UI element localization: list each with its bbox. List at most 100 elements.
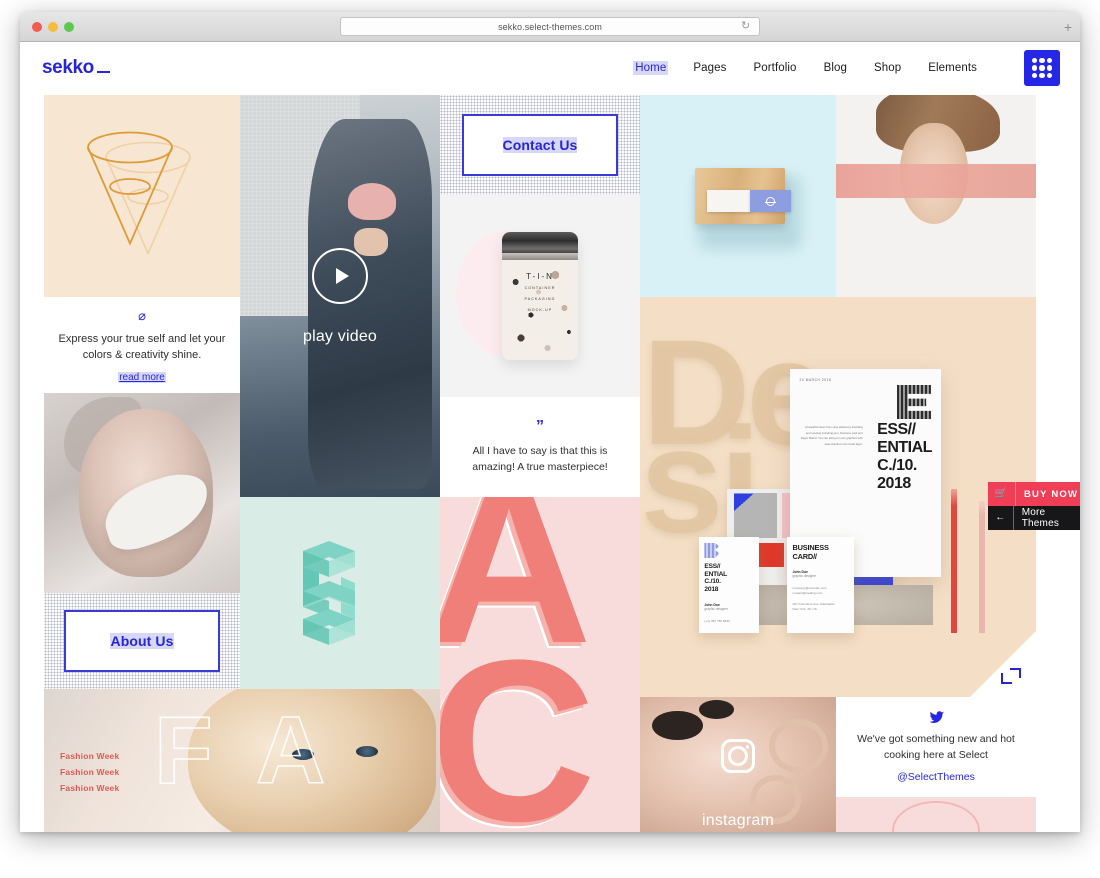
card1-meta: (+1) 456 789 8833 — [704, 618, 730, 623]
tile-fashion-week[interactable]: F A Fashion Week Fashion Week Fashion We… — [44, 689, 444, 832]
fashion-week-labels: Fashion Week Fashion Week Fashion Week — [60, 751, 119, 793]
twitter-handle-link[interactable]: @SelectThemes — [897, 771, 975, 783]
address-bar[interactable]: sekko.select-themes.com ↻ — [340, 17, 760, 36]
tile-isometric-logo[interactable] — [240, 497, 440, 689]
nav-item-blog[interactable]: Blog — [822, 61, 849, 75]
twitter-copy: We've got something new and hot cooking … — [857, 732, 1015, 761]
tile-portrait-photo[interactable] — [44, 393, 240, 593]
buy-now-button[interactable]: 🛒 BUY NOW — [988, 482, 1080, 506]
tile-tin-product[interactable]: T-I-N CONTAINER PACKAGING MOCK-UP — [440, 195, 640, 397]
tin-sub-1: CONTAINER — [524, 286, 556, 290]
tin-lid — [502, 232, 578, 254]
card1-title: ESS// ENTIAL C./10. 2018 — [704, 563, 727, 593]
nav-item-pages[interactable]: Pages — [691, 61, 728, 75]
isometric-s-logo-icon — [302, 541, 356, 645]
pencil-pink — [978, 501, 985, 633]
planet-icon: ⌀ — [138, 307, 146, 323]
new-tab-button[interactable]: + — [1064, 20, 1072, 34]
maximize-window-button[interactable] — [64, 22, 74, 32]
tile-typography-ac[interactable]: A C — [440, 497, 640, 832]
close-window-button[interactable] — [32, 22, 42, 32]
tin-lid-rim — [502, 253, 578, 260]
about-us-button[interactable]: About Us — [64, 610, 220, 672]
window-controls[interactable] — [32, 22, 74, 32]
cone-illustration-icon — [87, 131, 191, 256]
cta-stack: 🛒 BUY NOW ← More Themes — [988, 482, 1080, 530]
portrait-image — [44, 393, 240, 593]
url-text: sekko.select-themes.com — [498, 21, 602, 32]
testimonial-copy: All I have to say is that this is amazin… — [472, 444, 608, 473]
fashion-letter-f: F — [153, 697, 213, 804]
tin-sub-2: PACKAGING — [524, 296, 556, 301]
tile-instagram[interactable]: instagram — [640, 697, 836, 832]
video-model-skin — [354, 227, 388, 256]
promo-copy: Express your true self and let your colo… — [58, 332, 226, 362]
tile-cone-illustration[interactable] — [44, 95, 240, 297]
more-themes-button[interactable]: ← More Themes — [988, 506, 1080, 530]
quote-icon: ” — [536, 417, 544, 435]
tile-testimonial: ” All I have to say is that this is amaz… — [440, 397, 640, 497]
white-business-card — [706, 189, 752, 213]
pink-circle-decoration — [892, 800, 980, 832]
nav-item-shop[interactable]: Shop — [872, 61, 903, 75]
browser-window: sekko.select-themes.com ↻ + sekko Home P… — [20, 12, 1080, 832]
play-triangle — [335, 267, 349, 284]
poster-body-text: A beautiful clean from view stationery b… — [800, 425, 863, 446]
blue-business-card — [749, 189, 791, 213]
cart-icon: 🛒 — [988, 482, 1016, 506]
ig-ring-1 — [769, 718, 829, 773]
pencil-red — [950, 489, 957, 633]
tile-design-mockup[interactable]: De si 20 MARCH 2018 A beautiful clean fr… — [640, 297, 1036, 697]
design-card-essential: ESS// ENTIAL C./10. 2018 John Doe graphi… — [699, 537, 759, 633]
main-navigation: Home Pages Portfolio Blog Shop Elements — [633, 50, 1060, 86]
minimize-window-button[interactable] — [48, 22, 58, 32]
design-card-business: BUSINESS CARD// John Doe graphic designe… — [786, 537, 854, 633]
tin-sub-3: MOCK-UP — [527, 307, 553, 312]
card2-meta: company@example.com contact@leading.com … — [792, 586, 835, 612]
poster-title: ESS// ENTIAL C./10. 2018 — [877, 421, 932, 492]
instagram-label: instagram — [701, 812, 775, 829]
expand-corner-icon[interactable] — [1000, 667, 1022, 685]
tile-play-video[interactable]: play video — [240, 95, 440, 497]
read-more-link[interactable]: read more — [118, 371, 166, 383]
typography-letter-c: C — [440, 612, 597, 832]
grid-menu-icon[interactable] — [1024, 50, 1060, 86]
play-icon[interactable] — [312, 247, 368, 304]
card-emblem-icon — [764, 196, 776, 206]
site-logo[interactable]: sekko — [42, 57, 110, 79]
browser-titlebar: sekko.select-themes.com ↻ + — [20, 12, 1080, 42]
nav-item-elements[interactable]: Elements — [926, 61, 979, 75]
arrow-left-icon: ← — [988, 506, 1014, 530]
poster-date: 20 MARCH 2018 — [799, 378, 832, 382]
contact-us-button[interactable]: Contact Us — [462, 114, 618, 176]
video-model-hair — [348, 183, 396, 220]
tin-title: T-I-N — [526, 272, 554, 281]
nav-item-home[interactable]: Home — [633, 61, 669, 75]
poster-e-glyph-icon — [896, 385, 931, 419]
tin-container-image: T-I-N CONTAINER PACKAGING MOCK-UP — [502, 232, 578, 360]
buy-now-label: BUY NOW — [1024, 488, 1079, 500]
card2-role: graphic designer — [792, 574, 817, 579]
ig-spot-2 — [698, 699, 735, 719]
fashion-week-label-1: Fashion Week — [60, 751, 120, 761]
mosaic-grid: ⌀ Express your true self and let your co… — [20, 94, 1080, 832]
reload-icon[interactable]: ↻ — [741, 21, 752, 32]
site-header: sekko Home Pages Portfolio Blog Shop Ele… — [20, 42, 1080, 94]
video-model — [308, 119, 432, 489]
instagram-icon — [721, 739, 755, 774]
fashion-week-label-3: Fashion Week — [60, 783, 120, 793]
nav-item-portfolio[interactable]: Portfolio — [751, 61, 798, 75]
card2-title: BUSINESS CARD// — [792, 543, 829, 561]
tile-promo-text: ⌀ Express your true self and let your co… — [44, 297, 240, 393]
ig-spot-1 — [651, 710, 703, 741]
tile-wood-cards[interactable] — [640, 95, 836, 297]
contact-us-label: Contact Us — [502, 137, 578, 153]
about-us-label: About Us — [110, 633, 174, 649]
tile-upside-portrait[interactable] — [836, 95, 1036, 297]
more-themes-label: More Themes — [1021, 507, 1060, 529]
tile-twitter-feed: We've got something new and hot cooking … — [836, 697, 1036, 797]
card-logo-icon — [704, 543, 720, 558]
twitter-bird-icon — [929, 710, 944, 723]
logo-underscore — [96, 71, 110, 73]
tile-about-us: About Us — [44, 593, 240, 689]
